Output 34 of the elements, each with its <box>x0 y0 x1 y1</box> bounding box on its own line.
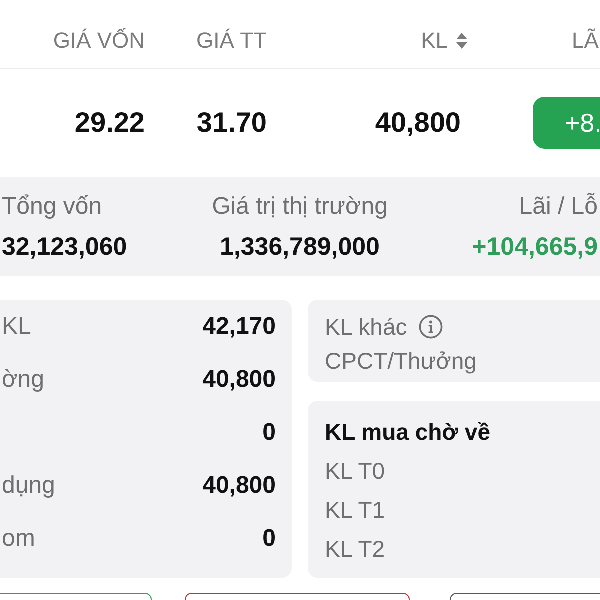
sort-icon[interactable] <box>456 32 468 50</box>
summary-label: Giá trị thị trường <box>212 193 388 221</box>
summary-label: Tổng vốn <box>2 193 102 221</box>
holding-label: om <box>2 524 36 554</box>
bonus-share-label: CPCT/Thưởng <box>325 346 477 376</box>
info-icon[interactable] <box>419 315 444 339</box>
table-cell-text: 40,800 <box>374 107 462 139</box>
pending-volume-label: KL T2 <box>325 535 386 564</box>
holding-label: KL <box>2 312 32 342</box>
holding-value: 0 <box>262 418 276 448</box>
summary-label: Lãi / Lỗ <box>519 193 598 221</box>
holding-label: ờng <box>2 364 44 394</box>
summary-value: 1,336,789,000 <box>220 233 380 261</box>
outline-button[interactable] <box>0 593 152 600</box>
table-cell-text: 29.22 <box>74 107 145 139</box>
column-header[interactable]: KL <box>421 28 448 54</box>
pending-volume-label: KL T0 <box>325 457 386 486</box>
profit-badge: +8. <box>533 97 600 149</box>
column-header: LÃ <box>572 28 599 54</box>
holding-label: dụng <box>2 470 56 500</box>
other-volume-label: KL khác <box>325 312 408 342</box>
pending-volume-label: KL T1 <box>325 496 386 526</box>
column-header: GIÁ TT <box>196 28 267 54</box>
outline-button[interactable] <box>185 593 410 600</box>
column-header: GIÁ VỐN <box>53 28 145 54</box>
holding-value: 40,800 <box>202 470 276 500</box>
outline-button[interactable] <box>450 593 600 600</box>
holding-value: 40,800 <box>202 364 276 394</box>
summary-value: 32,123,060 <box>2 233 128 261</box>
table-cell-text: 31.70 <box>196 107 267 139</box>
pending-volume-title: KL mua chờ về <box>325 418 490 448</box>
holding-value: 42,170 <box>202 312 276 342</box>
summary-value: +104,665,9 <box>472 233 598 261</box>
holding-value: 0 <box>262 524 276 554</box>
